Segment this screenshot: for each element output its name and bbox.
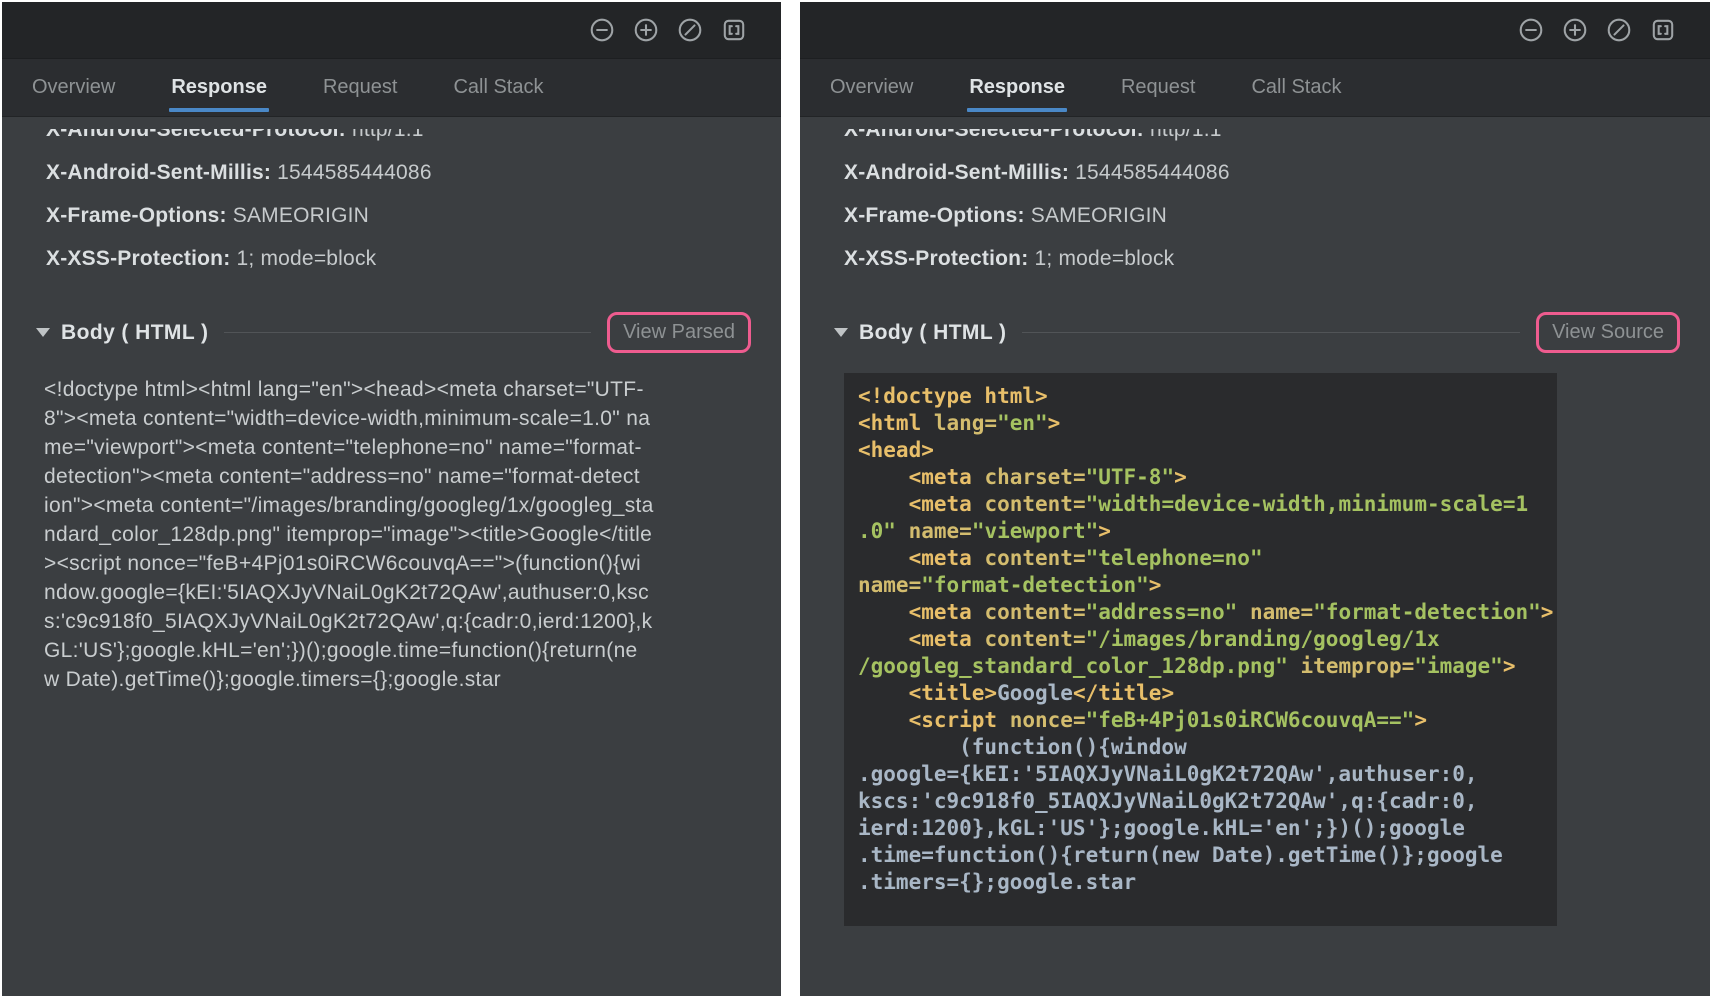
header-row: X-XSS-Protection: 1; mode=block [844,245,1680,272]
response-headers-list: X-Android-Selected-Protocol: http/1.1 X-… [32,129,751,288]
zoom-to-fit-icon[interactable] [721,17,747,43]
header-row: X-Frame-Options: SAMEORIGIN [46,202,751,229]
header-value: 1544585444086 [1075,161,1230,184]
body-text-line: GL:'US'};google.kHL='en';})();google.tim… [44,636,751,665]
source-code-line: .time=function(){return(new Date).getTim… [858,842,1543,869]
source-code-line: .timers={};google.star [858,869,1543,896]
header-name: X-Android-Sent-Millis: [46,161,271,184]
source-code-line: /googleg_standard_color_128dp.png" itemp… [858,653,1543,680]
zoom-out-icon[interactable] [1518,17,1544,43]
body-section-label: Body ( HTML ) [859,321,1006,345]
zoom-to-fit-icon[interactable] [1650,17,1676,43]
header-name: X-Frame-Options: [844,204,1025,227]
tab-request[interactable]: Request [323,59,398,116]
header-name: X-XSS-Protection: [844,247,1028,270]
source-code-line: <meta charset="UTF-8"> [858,464,1543,491]
source-code-line: <head> [858,437,1543,464]
zoom-in-icon[interactable] [633,17,659,43]
header-value: http/1.1 [1150,129,1222,141]
reset-zoom-icon[interactable] [677,17,703,43]
collapse-arrow-icon[interactable] [834,328,848,337]
header-row: X-Android-Selected-Protocol: http/1.1 [844,129,1680,143]
header-name: X-Android-Selected-Protocol: [46,129,346,141]
response-headers-list: X-Android-Selected-Protocol: http/1.1 X-… [830,129,1680,288]
tab-overview[interactable]: Overview [32,59,115,116]
response-panel-source: Overview Response Request Call Stack X-A… [800,2,1710,996]
source-code-line: name="format-detection"> [858,572,1543,599]
tab-response[interactable]: Response [969,59,1065,116]
header-name: X-Frame-Options: [46,204,227,227]
tab-call-stack[interactable]: Call Stack [453,59,543,116]
response-content: X-Android-Selected-Protocol: http/1.1 X-… [2,117,781,996]
zoom-in-icon[interactable] [1562,17,1588,43]
tab-overview[interactable]: Overview [830,59,913,116]
source-code-line: kscs:'c9c918f0_5IAQXJyVNaiL0gK2t72QAw',q… [858,788,1543,815]
reset-zoom-icon[interactable] [1606,17,1632,43]
body-text-line: ndow.google={kEI:'5IAQXJyVNaiL0gK2t72QAw… [44,578,751,607]
header-row: X-Frame-Options: SAMEORIGIN [844,202,1680,229]
body-text-line: <!doctype html><html lang="en"><head><me… [44,375,751,404]
source-code-line: <meta content="address=no" name="format-… [858,599,1543,626]
network-inspector-comparison: Overview Response Request Call Stack X-A… [0,0,1712,998]
source-code-line: <!doctype html> [858,383,1543,410]
source-code-line: <meta content="/images/branding/googleg/… [858,626,1543,653]
header-value: http/1.1 [352,129,424,141]
source-code-line: .0" name="viewport"> [858,518,1543,545]
tab-response[interactable]: Response [171,59,267,116]
zoom-out-icon[interactable] [589,17,615,43]
collapse-arrow-icon[interactable] [36,328,50,337]
view-source-button[interactable]: View Source [1536,312,1680,353]
source-code-line: <title>Google</title> [858,680,1543,707]
response-panel-parsed: Overview Response Request Call Stack X-A… [2,2,781,996]
header-name: X-XSS-Protection: [46,247,230,270]
source-code-line: <script nonce="feB+4Pj01s0iRCW6couvqA=="… [858,707,1543,734]
profiler-toolbar [800,2,1710,59]
header-value: SAMEORIGIN [1031,204,1167,227]
header-name: X-Android-Selected-Protocol: [844,129,1144,141]
profiler-toolbar [2,2,781,59]
header-value: SAMEORIGIN [233,204,369,227]
tab-bar: Overview Response Request Call Stack [2,59,781,117]
section-divider [224,332,591,333]
header-value: 1; mode=block [1034,247,1174,270]
source-code-block: <!doctype html><html lang="en"><head> <m… [844,373,1557,926]
section-divider [1022,332,1520,333]
source-code-line: <meta content="telephone=no" [858,545,1543,572]
source-code-line: .google={kEI:'5IAQXJyVNaiL0gK2t72QAw',au… [858,761,1543,788]
body-text-line: w Date).getTime()};google.timers={};goog… [44,665,751,694]
response-content: X-Android-Selected-Protocol: http/1.1 X-… [800,117,1710,996]
body-section-header: Body ( HTML ) View Source [830,312,1680,353]
parsed-body-text: <!doctype html><html lang="en"><head><me… [32,375,751,694]
header-row: X-Android-Sent-Millis: 1544585444086 [46,159,751,186]
tab-bar: Overview Response Request Call Stack [800,59,1710,117]
body-text-line: ndard_color_128dp.png" itemprop="image">… [44,520,751,549]
source-code-line: ierd:1200},kGL:'US'};google.kHL='en';})(… [858,815,1543,842]
view-parsed-button[interactable]: View Parsed [607,312,751,353]
body-text-line: me="viewport"><meta content="telephone=n… [44,433,751,462]
body-text-line: 8"><meta content="width=device-width,min… [44,404,751,433]
body-text-line: s:'c9c918f0_5IAQXJyVNaiL0gK2t72QAw',q:{c… [44,607,751,636]
source-code-line: <meta content="width=device-width,minimu… [858,491,1543,518]
header-name: X-Android-Sent-Millis: [844,161,1069,184]
body-section-label: Body ( HTML ) [61,321,208,345]
header-value: 1544585444086 [277,161,432,184]
body-text-line: detection"><meta content="address=no" na… [44,462,751,491]
body-text-line: ion"><meta content="/images/branding/goo… [44,491,751,520]
header-value: 1; mode=block [236,247,376,270]
body-text-line: ><script nonce="feB+4Pj01s0iRCW6couvqA==… [44,549,751,578]
source-code-line: (function(){window [858,734,1543,761]
header-row: X-Android-Selected-Protocol: http/1.1 [46,129,751,143]
header-row: X-XSS-Protection: 1; mode=block [46,245,751,272]
tab-request[interactable]: Request [1121,59,1196,116]
source-code-line: <html lang="en"> [858,410,1543,437]
body-section-header: Body ( HTML ) View Parsed [32,312,751,353]
header-row: X-Android-Sent-Millis: 1544585444086 [844,159,1680,186]
tab-call-stack[interactable]: Call Stack [1251,59,1341,116]
